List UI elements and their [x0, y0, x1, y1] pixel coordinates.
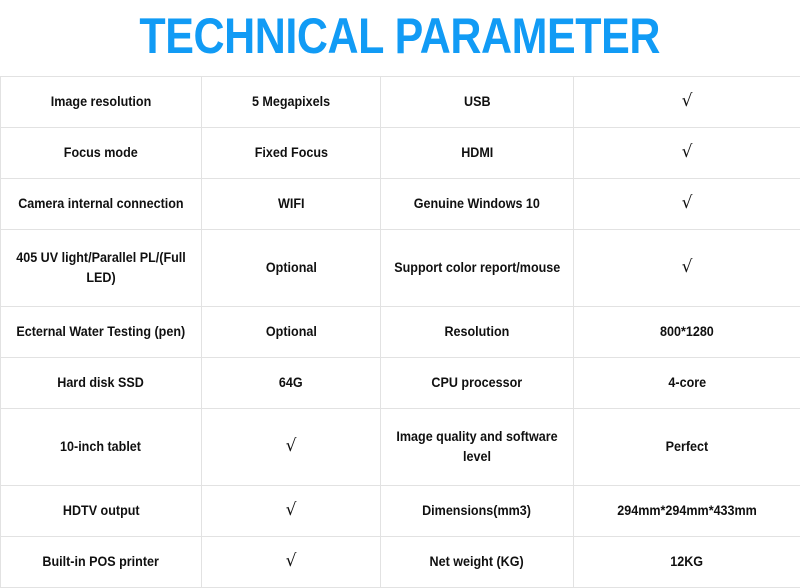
spec-label-right-cell: Dimensions(mm3) [381, 486, 574, 537]
spec-label-right: HDMI [461, 143, 493, 163]
spec-label-left: HDTV output [63, 501, 140, 521]
table-row: Image resolution 5 Megapixels USB √ [1, 77, 800, 128]
table-row: HDTV output √ Dimensions(mm3) 294mm*294mm*4… [1, 486, 800, 537]
spec-label-left-cell: Built-in POS printer [1, 537, 202, 588]
check-icon: √ [286, 502, 297, 519]
spec-label-left-cell: HDTV output [1, 486, 202, 537]
spec-label-left: 10-inch tablet [61, 437, 142, 457]
table-row: 405 UV light/Parallel PL/(Full LED) Optio… [1, 230, 800, 307]
spec-value-left-cell: Optional [202, 230, 381, 307]
spec-value-left-cell: WIFI [202, 179, 381, 230]
table-row: Built-in POS printer √ Net weight (KG) 12KG [1, 537, 800, 588]
table-row: Focus mode Fixed Focus HDMI √ [1, 128, 800, 179]
spec-value-right-cell: √ [574, 230, 800, 307]
spec-label-right-cell: Genuine Windows 10 [381, 179, 574, 230]
spec-label-right: Resolution [445, 322, 510, 342]
spec-value-right: 12KG [671, 552, 704, 572]
spec-label-right-cell: Support color report/mouse [381, 230, 574, 307]
spec-value-left: WIFI [278, 194, 305, 214]
page-title: TECHNICAL PARAMETER [140, 11, 661, 61]
table-row: Camera internal connection WIFI Genuine Wi… [1, 179, 800, 230]
spec-value-left-cell: Optional [202, 307, 381, 358]
spec-label-right-cell: HDMI [381, 128, 574, 179]
spec-value-left-cell: Fixed Focus [202, 128, 381, 179]
spec-value-right-cell: Perfect [574, 409, 800, 486]
spec-value-left-cell: 5 Megapixels [202, 77, 381, 128]
spec-value-left: Fixed Focus [254, 143, 327, 163]
table-row: Hard disk SSD 64G CPU processor 4-core [1, 358, 800, 409]
spec-label-right-cell: Net weight (KG) [381, 537, 574, 588]
spec-label-left-cell: Hard disk SSD [1, 358, 202, 409]
check-icon: √ [286, 553, 297, 570]
spec-value-right: 4-core [668, 373, 706, 393]
check-icon: √ [682, 259, 693, 276]
spec-value-right: Perfect [666, 437, 709, 457]
spec-value-right-cell: √ [574, 77, 800, 128]
spec-label-left-cell: Ecternal Water Testing (pen) [1, 307, 202, 358]
page-title-container: TECHNICAL PARAMETER [0, 0, 800, 76]
spec-label-right: CPU processor [432, 373, 523, 393]
check-icon: √ [286, 438, 297, 455]
spec-label-left-cell: Image resolution [1, 77, 202, 128]
spec-value-left-cell: √ [202, 537, 381, 588]
spec-value-right: 294mm*294mm*433mm [617, 501, 757, 521]
spec-label-left: Image resolution [51, 92, 151, 112]
spec-value-right-cell: 294mm*294mm*433mm [574, 486, 800, 537]
spec-value-left: Optional [266, 322, 317, 342]
spec-label-left: Built-in POS printer [43, 552, 159, 572]
table-row: Ecternal Water Testing (pen) Optional Reso… [1, 307, 800, 358]
spec-value-left-cell: √ [202, 486, 381, 537]
spec-label-right: Image quality and software level [393, 427, 560, 466]
technical-parameter-table: Image resolution5 MegapixelsUSB√Focus mo… [0, 76, 800, 588]
spec-value-right: 800*1280 [660, 322, 714, 342]
spec-label-left: Camera internal connection [18, 194, 183, 214]
check-icon: √ [682, 93, 693, 110]
spec-label-left: Focus mode [64, 143, 138, 163]
spec-label-right: Support color report/mouse [394, 258, 560, 278]
spec-label-left: Hard disk SSD [58, 373, 145, 393]
spec-label-left: 405 UV light/Parallel PL/(Full LED) [14, 248, 189, 287]
spec-value-left-cell: 64G [202, 358, 381, 409]
spec-value-left-cell: √ [202, 409, 381, 486]
spec-label-left-cell: Focus mode [1, 128, 202, 179]
check-icon: √ [682, 195, 693, 212]
spec-value-left: 64G [279, 373, 303, 393]
spec-value-right-cell: √ [574, 128, 800, 179]
spec-value-right-cell: 12KG [574, 537, 800, 588]
table-body: Image resolution5 MegapixelsUSB√Focus mo… [1, 77, 800, 588]
spec-value-right-cell: √ [574, 179, 800, 230]
spec-label-left-cell: Camera internal connection [1, 179, 202, 230]
spec-value-left: Optional [266, 258, 317, 278]
spec-label-left-cell: 405 UV light/Parallel PL/(Full LED) [1, 230, 202, 307]
spec-label-right-cell: Image quality and software level [381, 409, 574, 486]
table-row: 10-inch tablet √ Image quality and softwar… [1, 409, 800, 486]
spec-label-right: Net weight (KG) [430, 552, 524, 572]
spec-label-right: USB [464, 92, 491, 112]
spec-label-left: Ecternal Water Testing (pen) [17, 322, 186, 342]
spec-label-right-cell: Resolution [381, 307, 574, 358]
spec-label-right: Genuine Windows 10 [414, 194, 540, 214]
spec-label-right: Dimensions(mm3) [423, 501, 532, 521]
spec-label-right-cell: USB [381, 77, 574, 128]
spec-value-right-cell: 4-core [574, 358, 800, 409]
technical-parameter-page: TECHNICAL PARAMETER Image resolution 5 Me… [0, 0, 800, 546]
spec-value-left: 5 Megapixels [252, 92, 330, 112]
spec-value-right-cell: 800*1280 [574, 307, 800, 358]
spec-label-right-cell: CPU processor [381, 358, 574, 409]
spec-label-left-cell: 10-inch tablet [1, 409, 202, 486]
check-icon: √ [682, 144, 693, 161]
